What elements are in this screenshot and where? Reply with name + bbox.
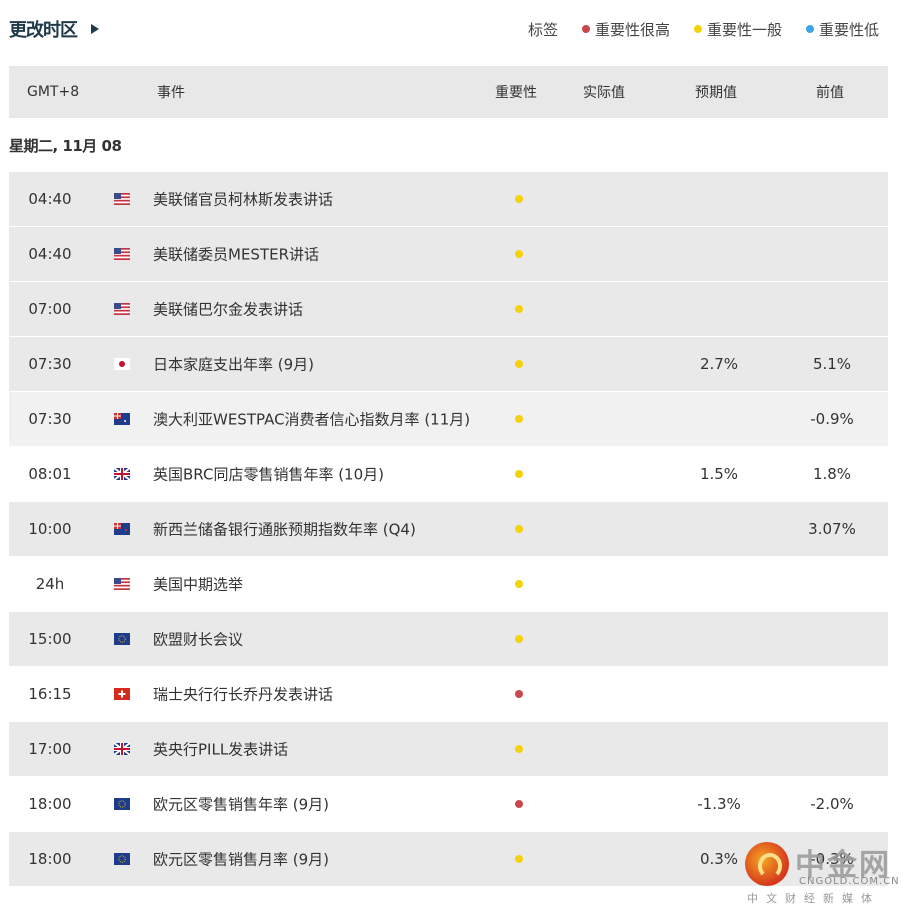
importance-dot-icon: [515, 635, 523, 643]
event-name[interactable]: 美联储官员柯林斯发表讲话: [153, 189, 333, 210]
event-time: 15:00: [28, 630, 72, 648]
importance-dot-icon: [515, 250, 523, 258]
event-row[interactable]: 17:00 英央行PILL发表讲话: [9, 722, 888, 777]
importance-dot-icon: [515, 360, 523, 368]
event-row[interactable]: 04:40 美联储委员MESTER讲话: [9, 227, 888, 282]
logo-tagline: 中文财经新媒体: [747, 892, 880, 905]
previous-value: 1.8%: [812, 465, 852, 483]
legend-label: 标签: [527, 20, 558, 39]
event-time: 08:01: [28, 465, 72, 483]
event-row[interactable]: 16:15 瑞士央行行长乔丹发表讲话: [9, 667, 888, 722]
flag-eu-icon: [114, 633, 130, 645]
flag-us-icon: [114, 578, 130, 590]
event-time: 07:00: [28, 300, 72, 318]
event-row[interactable]: 24h 美国中期选举: [9, 557, 888, 612]
legend-text: 重要性低: [818, 20, 879, 39]
event-name[interactable]: 新西兰储备银行通胀预期指数年率 (Q4): [153, 519, 416, 540]
event-name[interactable]: 欧元区零售销售月率 (9月): [153, 849, 329, 870]
previous-value: 5.1%: [812, 355, 852, 373]
importance-dot-icon: [515, 745, 523, 753]
watermark-logo: 中金网 CNGOLD.COM.CN 中文财经新媒体: [745, 838, 899, 908]
importance-dot-icon: [515, 415, 523, 423]
event-time: 17:00: [28, 740, 72, 758]
flag-jp-icon: [114, 358, 130, 370]
col-event: 事件: [157, 85, 185, 101]
col-importance: 重要性: [495, 85, 537, 101]
event-time: 10:00: [28, 520, 72, 538]
event-list: 04:40 美联储官员柯林斯发表讲话 04:40 美联储委员MESTER讲话 0…: [9, 172, 888, 887]
importance-dot-icon: [515, 525, 523, 533]
legend-high: 重要性很高: [581, 19, 670, 40]
col-previous: 前值: [816, 85, 844, 101]
flag-gb-icon: [114, 468, 130, 480]
legend-text: 重要性很高: [594, 20, 670, 39]
event-time: 04:40: [28, 245, 72, 263]
flag-us-icon: [114, 303, 130, 315]
dot-icon: [805, 25, 814, 33]
col-forecast: 预期值: [695, 85, 737, 101]
dot-icon: [581, 25, 590, 33]
change-timezone-link[interactable]: 更改时区: [9, 16, 78, 42]
date-heading: 星期二, 11月 08: [9, 137, 122, 155]
event-time: 07:30: [28, 410, 72, 428]
event-time: 07:30: [28, 355, 72, 373]
event-name[interactable]: 瑞士央行行长乔丹发表讲话: [153, 684, 333, 705]
importance-dot-icon: [515, 580, 523, 588]
event-name[interactable]: 美联储巴尔金发表讲话: [153, 299, 303, 320]
table-header: GMT+8 事件 重要性 实际值 预期值 前值: [9, 66, 888, 118]
flag-nz-icon: [114, 523, 130, 535]
importance-dot-icon: [515, 690, 523, 698]
flag-eu-icon: [114, 798, 130, 810]
flag-au-icon: [114, 413, 130, 425]
col-actual: 实际值: [583, 85, 625, 101]
event-name[interactable]: 欧元区零售销售年率 (9月): [153, 794, 329, 815]
flag-ch-icon: [114, 688, 130, 700]
event-row[interactable]: 07:30 澳大利亚WESTPAC消费者信心指数月率 (11月) -0.9%: [9, 392, 888, 447]
previous-value: -2.0%: [810, 795, 854, 813]
forecast-value: 2.7%: [699, 355, 739, 373]
event-time: 24h: [35, 575, 65, 593]
logo-domain: CNGOLD.COM.CN: [799, 876, 900, 887]
event-row[interactable]: 07:00 美联储巴尔金发表讲话: [9, 282, 888, 337]
event-row[interactable]: 04:40 美联储官员柯林斯发表讲话: [9, 172, 888, 227]
event-name[interactable]: 欧盟财长会议: [153, 629, 243, 650]
event-row[interactable]: 08:01 英国BRC同店零售销售年率 (10月) 1.5% 1.8%: [9, 447, 888, 502]
flag-eu-icon: [114, 853, 130, 865]
importance-dot-icon: [515, 305, 523, 313]
event-name[interactable]: 美联储委员MESTER讲话: [153, 244, 319, 265]
importance-dot-icon: [515, 800, 523, 808]
forecast-value: -1.3%: [697, 795, 741, 813]
dot-icon: [693, 25, 702, 33]
event-row[interactable]: 07:30 日本家庭支出年率 (9月) 2.7% 5.1%: [9, 337, 888, 392]
logo-icon: [745, 842, 789, 886]
legend-low: 重要性低: [805, 19, 879, 40]
legend-text: 重要性一般: [706, 20, 782, 39]
event-name[interactable]: 英央行PILL发表讲话: [153, 739, 288, 760]
event-row[interactable]: 10:00 新西兰储备银行通胀预期指数年率 (Q4) 3.07%: [9, 502, 888, 557]
event-time: 04:40: [28, 190, 72, 208]
flag-gb-icon: [114, 743, 130, 755]
importance-dot-icon: [515, 195, 523, 203]
event-row[interactable]: 18:00 欧元区零售销售年率 (9月) -1.3% -2.0%: [9, 777, 888, 832]
event-time: 18:00: [28, 850, 72, 868]
importance-dot-icon: [515, 855, 523, 863]
legend-medium: 重要性一般: [693, 19, 782, 40]
previous-value: 3.07%: [808, 520, 856, 538]
importance-legend: 标签 重要性很高 重要性一般 重要性低: [528, 19, 879, 40]
top-bar: 更改时区 标签 重要性很高 重要性一般 重要性低: [9, 14, 879, 44]
event-time: 18:00: [28, 795, 72, 813]
play-arrow-icon[interactable]: [91, 24, 99, 34]
event-name[interactable]: 英国BRC同店零售销售年率 (10月): [153, 464, 384, 485]
event-row[interactable]: 15:00 欧盟财长会议: [9, 612, 888, 667]
col-time: GMT+8: [27, 84, 80, 100]
previous-value: -0.9%: [810, 410, 854, 428]
flag-us-icon: [114, 248, 130, 260]
event-name[interactable]: 澳大利亚WESTPAC消费者信心指数月率 (11月): [153, 409, 470, 430]
forecast-value: 1.5%: [699, 465, 739, 483]
event-time: 16:15: [28, 685, 72, 703]
importance-dot-icon: [515, 470, 523, 478]
flag-us-icon: [114, 193, 130, 205]
event-name[interactable]: 美国中期选举: [153, 574, 243, 595]
event-name[interactable]: 日本家庭支出年率 (9月): [153, 354, 314, 375]
